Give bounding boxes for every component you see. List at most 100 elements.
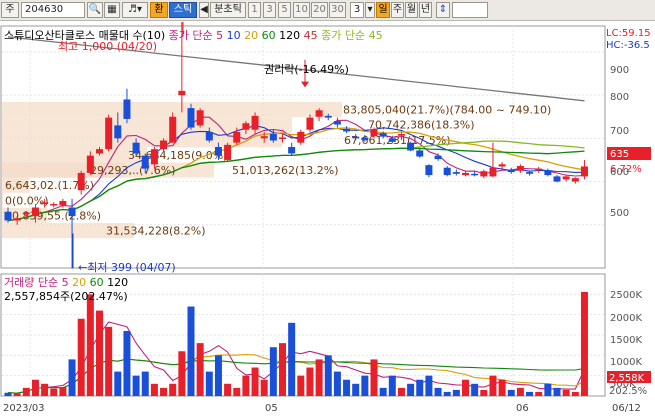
market-select[interactable]: 주 (1, 2, 19, 18)
volume-bar (50, 388, 58, 396)
vy-tick-2000k: 2000K (610, 313, 642, 324)
vtitle-part-2: 60 (90, 276, 104, 289)
tab-month[interactable]: 월 (405, 2, 418, 18)
period-3[interactable]: 3 (263, 2, 276, 18)
candle-body (169, 116, 177, 143)
candle-body (77, 172, 85, 191)
candle-body (105, 117, 113, 150)
candle-body (306, 117, 314, 130)
candle-body (553, 176, 561, 182)
stock-code-input[interactable]: 204630 (21, 2, 85, 18)
chart-area: 83,805,040(21.7%)(784.00 ~ 749.10) 70,742… (0, 8, 655, 416)
volume-bar (178, 351, 186, 396)
profile-label: 0(0.0%) (5, 194, 49, 207)
lc-label: LC:59.15 (606, 28, 651, 39)
prev-arrow-icon[interactable]: ◀ (199, 2, 209, 18)
candle-body (425, 165, 433, 176)
candle-body (205, 131, 213, 141)
volume-bar (123, 330, 131, 396)
tab-stick[interactable]: 스틱 (169, 2, 197, 18)
candle-body (269, 134, 277, 141)
hc-label: HC:-36.5 (606, 40, 650, 51)
profile-band (2, 102, 342, 118)
period-20[interactable]: 20 (311, 2, 328, 18)
volume-bar (452, 389, 460, 396)
volume-bar (96, 310, 103, 396)
volume-bar (224, 383, 232, 396)
candle-body (562, 176, 570, 180)
candle-body (315, 110, 323, 117)
current-change: 6.72% (610, 164, 642, 175)
title-part-2: 10 (227, 29, 241, 42)
candle-body (370, 129, 378, 137)
stock-chart[interactable]: 83,805,040(21.7%)(784.00 ~ 749.10) 70,742… (0, 8, 655, 416)
volume-bar (388, 375, 396, 396)
volume-bar (22, 387, 30, 396)
volume-bar (462, 379, 469, 396)
grid-icon[interactable]: ▦ (104, 2, 120, 18)
profile-label: 83,805,040(21.7%)(784.00 ~ 749.10) (343, 104, 551, 117)
tick-button[interactable]: 분초틱 (210, 2, 246, 18)
period-30[interactable]: 30 (329, 2, 346, 18)
candle-body (251, 115, 259, 130)
search-icon[interactable]: 🔍 (87, 2, 103, 18)
volume-bar (434, 387, 442, 396)
volume-bar (544, 383, 552, 396)
date-input[interactable] (452, 2, 488, 18)
candle-body (50, 204, 58, 206)
vtitle-part-3: 120 (107, 276, 128, 289)
candle-body (13, 218, 21, 221)
y-tick-500: 500 (610, 208, 629, 219)
y-tick-900: 900 (610, 65, 629, 76)
candle-body (343, 128, 351, 132)
period-5[interactable]: 5 (278, 2, 291, 18)
candle-body (214, 147, 222, 156)
x-tick-06: 06 (516, 403, 529, 414)
volume-bar (333, 371, 341, 396)
volume-bar (251, 367, 259, 396)
vy-tick-1000k: 1000K (610, 357, 642, 368)
title-part-4: 60 (262, 29, 276, 42)
profile-label: 51,013,262(13.2%) (232, 164, 339, 177)
candle-body (150, 149, 158, 165)
volume-bar (297, 375, 305, 396)
volume-bar (105, 326, 113, 396)
candle-body (535, 168, 543, 171)
candle-body (407, 142, 415, 151)
volume-bar (59, 387, 67, 396)
volume-bar (160, 387, 168, 396)
tab-year[interactable]: 년 (419, 2, 432, 18)
current-volume-pct: 202.5% (609, 386, 647, 397)
candle-body (41, 202, 49, 205)
candle-body (489, 167, 497, 177)
sort-toggle-icon[interactable]: ⇕ (436, 2, 450, 18)
title-part-3: 20 (244, 29, 258, 42)
candle-body (379, 133, 387, 137)
chevron-down-icon[interactable]: ▾ (365, 2, 375, 18)
candle-body (580, 166, 588, 177)
low-annotation: ←최저 399 (04/07) (78, 261, 176, 274)
volume-bar (242, 375, 250, 396)
volume-bar (114, 371, 122, 396)
profile-band (2, 147, 147, 163)
volume-bar (407, 383, 415, 396)
vtitle-part-0: 거래량 단순 5 (4, 276, 69, 289)
tab-day[interactable]: 일 (376, 2, 390, 18)
tab-won[interactable]: 환 (150, 2, 168, 18)
volume-bar (416, 379, 424, 396)
period-10[interactable]: 10 (293, 2, 310, 18)
period-input[interactable]: 3 (350, 2, 364, 18)
tab-week[interactable]: 주 (391, 2, 404, 18)
vy-tick-2500k: 2500K (610, 290, 642, 301)
y-tick-800: 800 (610, 92, 629, 103)
volume-bar (370, 359, 378, 396)
period-1[interactable]: 1 (248, 2, 261, 18)
volume-bar (516, 387, 524, 396)
volume-bar (187, 306, 195, 396)
volume-bar (562, 389, 570, 396)
sound-toggle-icon[interactable]: ♬▾ (122, 2, 148, 18)
current-price: 635 (610, 149, 629, 160)
candle-body (59, 201, 67, 206)
volume-bar (580, 291, 588, 396)
volume-bar (233, 387, 241, 396)
